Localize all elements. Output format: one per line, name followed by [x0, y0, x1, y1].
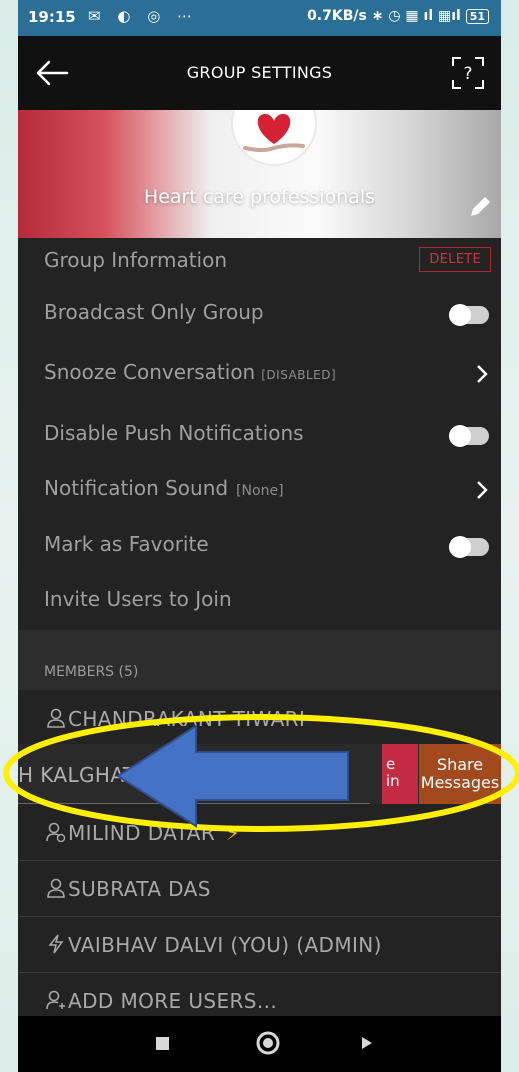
page-title: GROUP SETTINGS	[186, 63, 333, 82]
snooze-status-tag: [DISABLED]	[261, 368, 337, 382]
background-right	[501, 0, 519, 1072]
status-bar: 19:15 ✉ ◐ ◎ ⋯ 0.7KB/s ∗ ◷ ▦ ıl ▦ıl 51	[18, 0, 501, 36]
settings-list: Group Information DELETE Broadcast Only …	[18, 238, 501, 630]
user-icon	[47, 878, 65, 898]
member-name: VAIBHAV DALVI (YOU) (ADMIN)	[46, 933, 382, 957]
member-row[interactable]: CHANDRAKANT TIWARI	[18, 690, 501, 747]
settings-row-snooze[interactable]: Snooze Conversation [DISABLED]	[18, 350, 501, 400]
member-row[interactable]: MILIND DATAR ⚡	[18, 804, 501, 861]
members-title: MEMBERS (5)	[44, 664, 139, 680]
member-name-text: MILIND DATAR	[68, 821, 216, 845]
row-label: Group Information	[44, 248, 228, 272]
home-dot	[263, 1038, 273, 1048]
user-sync-icon	[46, 822, 66, 842]
row-label: Mark as Favorite	[44, 532, 209, 556]
settings-row-favorite[interactable]: Mark as Favorite	[18, 522, 501, 572]
add-user-icon	[46, 990, 65, 1010]
user-icon	[47, 708, 65, 728]
swiped-member-row[interactable]: H KALGHATGI e in Share Messages	[18, 744, 501, 804]
share-messages-button[interactable]: Share Messages	[419, 744, 501, 804]
row-label: Broadcast Only Group	[44, 300, 264, 324]
settings-row-notification-sound[interactable]: Notification Sound [None]	[18, 466, 501, 516]
member-row[interactable]: VAIBHAV DALVI (YOU) (ADMIN)	[18, 916, 501, 973]
row-divider	[18, 803, 370, 804]
member-name: ADD MORE USERS...	[46, 989, 277, 1013]
toggle-knob	[449, 536, 471, 558]
lightning-badge-icon: ⚡	[225, 821, 241, 845]
chevron-right-icon	[477, 481, 488, 499]
app-header: GROUP SETTINGS ?	[18, 36, 501, 110]
member-name-text: CHANDRAKANT TIWARI	[68, 707, 306, 731]
back-nav-button[interactable]	[362, 1037, 372, 1049]
member-row[interactable]: SUBRATA DAS	[18, 860, 501, 917]
settings-row-broadcast-only[interactable]: Broadcast Only Group	[18, 290, 501, 340]
member-name-text: SUBRATA DAS	[68, 877, 211, 901]
scan-help-icon: ?	[452, 57, 484, 89]
background-left	[0, 0, 18, 1072]
recents-button[interactable]	[156, 1037, 169, 1050]
member-name-text: VAIBHAV DALVI (YOU) (ADMIN)	[68, 933, 382, 957]
swipe-action-red-button[interactable]: e in	[382, 744, 418, 804]
nav-buttons	[156, 1031, 372, 1055]
delete-button[interactable]: DELETE	[419, 247, 491, 272]
sound-value-tag: [None]	[236, 483, 284, 499]
svg-text:?: ?	[463, 64, 472, 84]
members-list: CHANDRAKANT TIWARI MILIND DATAR ⚡ SUBRAT…	[18, 690, 501, 1016]
snooze-label: Snooze Conversation	[44, 360, 256, 384]
battery-level: 51	[469, 10, 485, 23]
settings-row-group-information[interactable]: Group Information DELETE	[18, 238, 501, 288]
pencil-icon	[471, 197, 490, 216]
network-speed: 0.7KB/s	[307, 8, 367, 24]
bolt-icon	[48, 934, 64, 954]
row-label: Disable Push Notifications	[44, 421, 304, 445]
group-name: Heart care professionals	[143, 186, 376, 208]
members-section-header: MEMBERS (5)	[18, 630, 501, 690]
row-label: Invite Users to Join	[44, 587, 232, 611]
notification-icons: ✉ ◐ ◎ ⋯	[88, 7, 199, 25]
phone-screen: 19:15 ✉ ◐ ◎ ⋯ 0.7KB/s ∗ ◷ ▦ ıl ▦ıl 51 GR…	[18, 0, 501, 1072]
member-name: MILIND DATAR ⚡	[46, 821, 240, 845]
chevron-right-icon	[477, 365, 488, 383]
member-name: CHANDRAKANT TIWARI	[46, 707, 305, 731]
toggle-knob	[449, 304, 471, 326]
android-nav-bar	[18, 1016, 501, 1072]
status-time: 19:15	[28, 8, 76, 26]
member-name: H KALGHATGI	[18, 763, 158, 787]
settings-row-disable-push[interactable]: Disable Push Notifications	[18, 411, 501, 461]
battery-icon: 51	[465, 9, 489, 24]
member-name-text: ADD MORE USERS...	[68, 989, 278, 1013]
push-toggle[interactable]	[449, 425, 489, 447]
scan-qr-button[interactable]: ?	[451, 56, 485, 90]
broadcast-toggle[interactable]	[449, 304, 489, 326]
group-avatar[interactable]	[233, 110, 315, 164]
bluetooth-icon: ∗ ◷ ▦ ıl ▦ıl	[371, 8, 466, 24]
toggle-knob	[449, 425, 471, 447]
row-label: Snooze Conversation [DISABLED]	[44, 360, 336, 384]
member-name: SUBRATA DAS	[46, 877, 211, 901]
status-right: 0.7KB/s ∗ ◷ ▦ ıl ▦ıl 51	[307, 8, 489, 24]
favorite-toggle[interactable]	[449, 536, 489, 558]
heart-hand-icon	[243, 114, 305, 152]
group-banner: Heart care professionals	[18, 110, 501, 238]
row-label: Notification Sound [None]	[44, 476, 284, 500]
edit-group-button[interactable]	[467, 194, 493, 220]
settings-row-invite-users[interactable]: Invite Users to Join	[18, 577, 501, 627]
sound-label: Notification Sound	[44, 476, 229, 500]
